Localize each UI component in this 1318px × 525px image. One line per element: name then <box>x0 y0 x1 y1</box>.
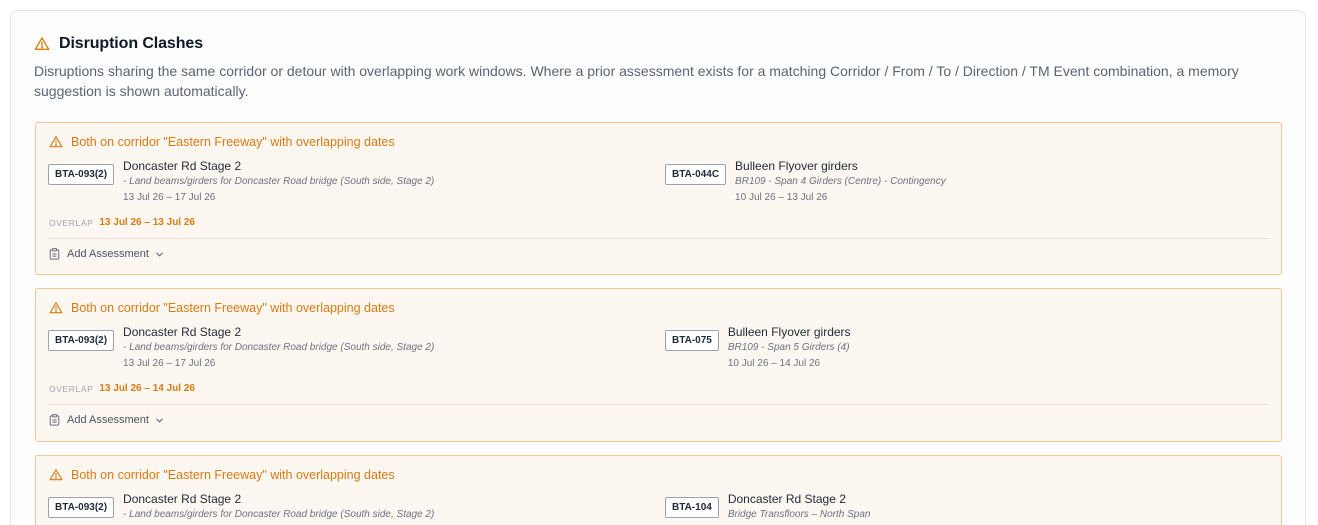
disruption-dates: 13 Jul 26 – 17 Jul 26 <box>123 358 216 369</box>
disruption-detail: BR109 - Span 4 Girders (Centre) - Contin… <box>735 176 946 187</box>
add-assessment-label: Add Assessment <box>67 248 149 260</box>
disruption-id-badge[interactable]: BTA-093(2) <box>48 330 115 351</box>
clash-right-disruption: BTA-044C Bulleen Flyover girders BR109 -… <box>665 159 946 204</box>
clash-title: Both on corridor "Eastern Freeway" with … <box>71 301 395 315</box>
overlap-value: 13 Jul 26 – 14 Jul 26 <box>99 383 195 394</box>
disruption-name: Bulleen Flyover girders <box>727 325 851 339</box>
disruption-detail: - Land beams/girders for Doncaster Road … <box>123 509 435 520</box>
disruption-dates: 13 Jul 26 – 17 Jul 26 <box>123 192 216 203</box>
disruption-name: Doncaster Rd Stage 2 <box>727 492 846 506</box>
warning-triangle-icon <box>49 469 63 481</box>
overlap-label: OVERLAP <box>49 383 94 394</box>
clash-card: Both on corridor "Eastern Freeway" with … <box>35 122 1282 275</box>
add-assessment-button[interactable]: Add Assessment <box>49 414 164 426</box>
disruption-id-badge[interactable]: BTA-044C <box>665 164 727 185</box>
disruption-detail: BR109 - Span 5 Girders (4) <box>727 342 850 353</box>
disruption-id-badge[interactable]: BTA-104 <box>665 497 719 518</box>
disruption-detail: - Land beams/girders for Doncaster Road … <box>123 176 435 187</box>
clash-left-disruption: BTA-093(2) Doncaster Rd Stage 2 - Land b… <box>48 159 434 204</box>
disruption-id-badge[interactable]: BTA-093(2) <box>48 164 115 185</box>
clash-title: Both on corridor "Eastern Freeway" with … <box>71 468 395 482</box>
overlap-row: OVERLAP 13 Jul 26 – 14 Jul 26 <box>49 383 195 394</box>
disruption-dates: 10 Jul 26 – 13 Jul 26 <box>735 192 828 203</box>
clipboard-icon <box>49 414 60 426</box>
panel-header: Disruption Clashes Disruptions sharing t… <box>34 33 1285 101</box>
clash-left-disruption: BTA-093(2) Doncaster Rd Stage 2 - Land b… <box>48 492 434 521</box>
disruption-clashes-panel: Disruption Clashes Disruptions sharing t… <box>10 10 1306 525</box>
warning-triangle-icon <box>49 136 63 148</box>
page-title: Disruption Clashes <box>59 35 204 52</box>
disruption-id-badge[interactable]: BTA-093(2) <box>48 497 115 518</box>
clash-left-disruption: BTA-093(2) Doncaster Rd Stage 2 - Land b… <box>48 325 434 370</box>
overlap-value: 13 Jul 26 – 13 Jul 26 <box>99 217 195 228</box>
disruption-name: Doncaster Rd Stage 2 <box>123 159 242 173</box>
clash-card: Both on corridor "Eastern Freeway" with … <box>35 288 1282 442</box>
warning-triangle-icon <box>49 302 63 314</box>
add-assessment-label: Add Assessment <box>67 414 149 426</box>
page-description: Disruptions sharing the same corridor or… <box>34 63 1239 99</box>
disruption-name: Doncaster Rd Stage 2 <box>123 492 242 506</box>
disruption-name: Bulleen Flyover girders <box>735 159 858 173</box>
chevron-down-icon <box>156 418 163 422</box>
overlap-row: OVERLAP 13 Jul 26 – 13 Jul 26 <box>49 217 195 228</box>
warning-triangle-icon <box>34 37 50 50</box>
clash-right-disruption: BTA-075 Bulleen Flyover girders BR109 - … <box>665 325 851 370</box>
disruption-detail: Bridge Transfloors – North Span <box>727 509 871 520</box>
disruption-detail: - Land beams/girders for Doncaster Road … <box>123 342 435 353</box>
clash-title: Both on corridor "Eastern Freeway" with … <box>71 135 395 149</box>
clash-card: Both on corridor "Eastern Freeway" with … <box>35 455 1282 525</box>
disruption-dates: 10 Jul 26 – 14 Jul 26 <box>727 358 821 369</box>
overlap-label: OVERLAP <box>49 217 94 228</box>
clipboard-icon <box>49 248 60 260</box>
divider <box>48 238 1269 239</box>
chevron-down-icon <box>156 252 163 256</box>
add-assessment-button[interactable]: Add Assessment <box>49 248 164 260</box>
disruption-name: Doncaster Rd Stage 2 <box>123 325 242 339</box>
disruption-id-badge[interactable]: BTA-075 <box>665 330 719 351</box>
divider <box>48 404 1269 405</box>
clash-right-disruption: BTA-104 Doncaster Rd Stage 2 Bridge Tran… <box>665 492 871 521</box>
